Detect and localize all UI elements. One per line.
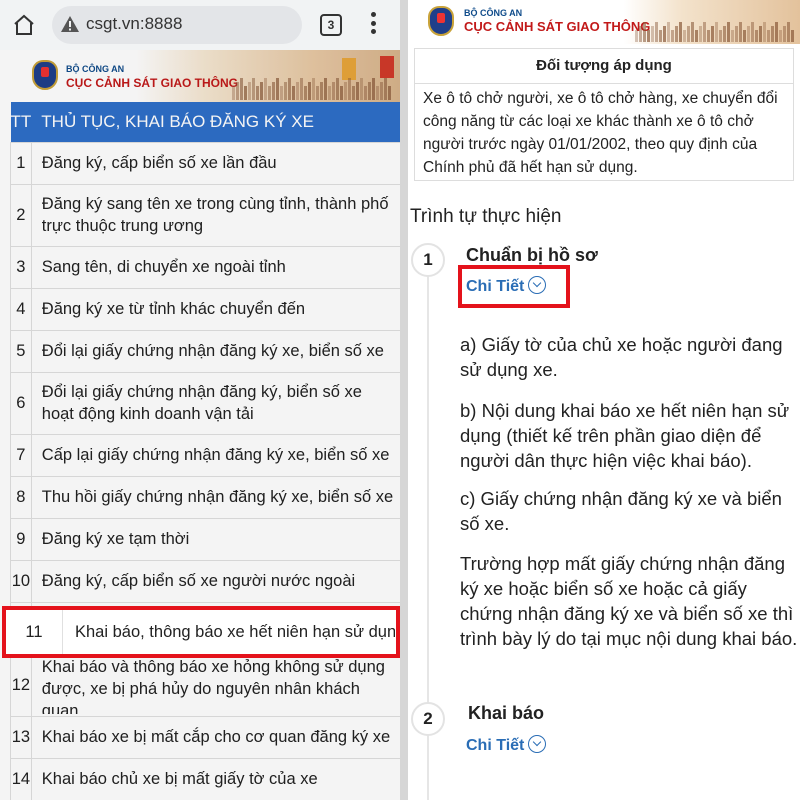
row-procedure-name[interactable]: Đăng ký xe từ tỉnh khác chuyển đến: [30, 287, 400, 331]
row-procedure-text[interactable]: Đổi lại giấy chứng nhận đăng ký xe, biển…: [42, 340, 393, 362]
parade-decoration: [633, 0, 800, 44]
applicable-subjects-box: Đối tượng áp dụng Xe ô tô chở người, xe …: [414, 48, 794, 181]
row-procedure-name[interactable]: Khai báo chủ xe bị mất giấy tờ của xe: [30, 757, 400, 800]
row-procedure-text[interactable]: Đăng ký, cấp biển số xe lần đầu: [42, 152, 393, 174]
row-procedure-name[interactable]: Đăng ký, cấp biển số xe người nước ngoài: [30, 559, 400, 603]
applicable-text: Xe ô tô chở người, xe ô tô chở hàng, xe …: [423, 90, 778, 176]
row-procedure-name[interactable]: Cấp lại giấy chứng nhận đăng ký xe, biển…: [30, 433, 400, 477]
row-procedure-name[interactable]: Đổi lại giấy chứng nhận đăng ký, biển số…: [30, 371, 400, 435]
row-procedure-text[interactable]: Sang tên, di chuyển xe ngoài tỉnh: [42, 256, 393, 278]
row-procedure-text[interactable]: Cấp lại giấy chứng nhận đăng ký xe, biển…: [42, 444, 393, 466]
more-menu-icon[interactable]: [370, 12, 376, 38]
site-banner: BỘ CÔNG AN CỤC CẢNH SÁT GIAO THÔNG: [0, 50, 400, 102]
row-number: 6: [10, 371, 32, 435]
row-number: 10: [10, 559, 32, 603]
table-row[interactable]: 7 Cấp lại giấy chứng nhận đăng ký xe, biể…: [10, 433, 400, 477]
step-paragraph: a) Giấy tờ của chủ xe hoặc người đang sử…: [460, 334, 783, 380]
warning-icon[interactable]: [60, 14, 80, 34]
panel-divider: [400, 0, 408, 800]
row-procedure-text[interactable]: Đăng ký sang tên xe trong cùng tỉnh, thà…: [42, 193, 393, 237]
row-procedure-name[interactable]: Khai báo, thông báo xe hết niên hạn sử d…: [75, 610, 395, 654]
row-number: 1: [10, 141, 32, 185]
row-procedure-name[interactable]: Khai báo và thông báo xe hỏng không sử d…: [30, 653, 400, 717]
row-procedure-name[interactable]: Đăng ký, cấp biển số xe lần đầu: [30, 141, 400, 185]
highlighted-row-11[interactable]: 11 Khai báo, thông báo xe hết niên hạn s…: [2, 606, 400, 658]
row-procedure-text[interactable]: Đăng ký xe từ tỉnh khác chuyển đến: [42, 298, 393, 320]
row-number: 12: [10, 653, 32, 717]
applicable-heading: Đối tượng áp dụng: [536, 57, 672, 74]
row-number: 2: [10, 183, 32, 247]
row-number: 9: [10, 517, 32, 561]
banner-org-name: CỤC CẢNH SÁT GIAO THÔNG: [66, 76, 238, 90]
row-number: 4: [10, 287, 32, 331]
browser-toolbar: csgt.vn:8888 3: [0, 0, 400, 50]
table-row[interactable]: 8 Thu hồi giấy chứng nhận đăng ký xe, biể…: [10, 475, 400, 519]
police-emblem-logo: [32, 60, 58, 90]
url-text[interactable]: csgt.vn:8888: [86, 14, 182, 34]
col-header-tt: TT: [10, 102, 32, 142]
detail-toggle-button[interactable]: Chi Tiết: [466, 735, 547, 755]
table-row[interactable]: 12 Khai báo và thông báo xe hỏng không sử…: [10, 653, 400, 717]
row-procedure-text[interactable]: Khai báo xe bị mất cắp cho cơ quan đăng …: [42, 726, 393, 748]
row-number: 7: [10, 433, 32, 477]
step-title: Khai báo: [468, 703, 545, 723]
row-procedure-name[interactable]: Sang tên, di chuyển xe ngoài tỉnh: [30, 245, 400, 289]
table-row[interactable]: 14 Khai báo chủ xe bị mất giấy tờ của xe: [10, 757, 400, 800]
table-row[interactable]: 10 Đăng ký, cấp biển số xe người nước ngo…: [10, 559, 400, 603]
row-procedure-name[interactable]: Đăng ký xe tạm thời: [30, 517, 400, 561]
step-paragraph: b) Nội dung khai báo xe hết niên hạn sử …: [460, 400, 790, 471]
banner-org-small: BỘ CÔNG AN: [66, 64, 125, 74]
chevron-down-icon: [528, 735, 547, 753]
row-number: 11: [25, 623, 43, 641]
table-row[interactable]: 1 Đăng ký, cấp biển số xe lần đầu: [10, 141, 400, 185]
row-procedure-text[interactable]: Đăng ký, cấp biển số xe người nước ngoài: [42, 570, 393, 592]
row-number: 14: [10, 757, 32, 800]
police-emblem-logo: [428, 6, 454, 36]
detail-label: Chi Tiết: [466, 737, 525, 754]
table-row[interactable]: 6 Đổi lại giấy chứng nhận đăng ký, biển s…: [10, 371, 400, 435]
table-row[interactable]: 5 Đổi lại giấy chứng nhận đăng ký xe, biể…: [10, 329, 400, 373]
table-row[interactable]: 3 Sang tên, di chuyển xe ngoài tỉnh: [10, 245, 400, 289]
left-panel: csgt.vn:8888 3 BỘ CÔNG AN CỤC CẢNH SÁT G…: [0, 0, 400, 800]
table-row[interactable]: 9 Đăng ký xe tạm thời: [10, 517, 400, 561]
row-procedure-name[interactable]: Thu hồi giấy chứng nhận đăng ký xe, biển…: [30, 475, 400, 519]
row-number: 5: [10, 329, 32, 373]
highlight-box: [458, 265, 570, 308]
row-procedure-name[interactable]: Đăng ký sang tên xe trong cùng tỉnh, thà…: [30, 183, 400, 247]
section-title: Trình tự thực hiện: [410, 206, 562, 227]
table-row[interactable]: 13 Khai báo xe bị mất cắp cho cơ quan đăn…: [10, 715, 400, 759]
row-number: 13: [10, 715, 32, 759]
right-panel: BỘ CÔNG AN CỤC CẢNH SÁT GIAO THÔNG Đối t…: [408, 0, 800, 800]
step-number-badge: 2: [411, 702, 445, 736]
banner-org-small: BỘ CÔNG AN: [464, 8, 523, 18]
procedures-table: TT THỦ TỤC, KHAI BÁO ĐĂNG KÝ XE 1 Đăng ký…: [10, 102, 400, 800]
row-procedure-text[interactable]: Đăng ký xe tạm thời: [42, 528, 393, 550]
table-row[interactable]: 2 Đăng ký sang tên xe trong cùng tỉnh, th…: [10, 183, 400, 247]
row-number: 8: [10, 475, 32, 519]
row-procedure-name[interactable]: Đổi lại giấy chứng nhận đăng ký xe, biển…: [30, 329, 400, 373]
step-paragraph: Trường hợp mất giấy chứng nhận đăng ký x…: [460, 553, 798, 649]
site-banner-right: BỘ CÔNG AN CỤC CẢNH SÁT GIAO THÔNG: [408, 0, 800, 44]
row-procedure-name[interactable]: Khai báo xe bị mất cắp cho cơ quan đăng …: [30, 715, 400, 759]
banner-org-name: CỤC CẢNH SÁT GIAO THÔNG: [464, 19, 651, 34]
row-procedure-text[interactable]: Đổi lại giấy chứng nhận đăng ký, biển số…: [42, 381, 393, 425]
tab-switcher-button[interactable]: 3: [320, 14, 342, 36]
row-number: 3: [10, 245, 32, 289]
table-row[interactable]: 4 Đăng ký xe từ tỉnh khác chuyển đến: [10, 287, 400, 331]
step-title: Chuẩn bị hồ sơ: [466, 245, 598, 265]
step-number-badge: 1: [411, 243, 445, 277]
row-procedure-text[interactable]: Thu hồi giấy chứng nhận đăng ký xe, biển…: [42, 486, 393, 508]
parade-decoration: [230, 50, 400, 102]
row-procedure-text[interactable]: Khai báo và thông báo xe hỏng không sử d…: [42, 656, 393, 714]
home-icon[interactable]: [12, 13, 36, 37]
step-paragraph: c) Giấy chứng nhận đăng ký xe và biển số…: [460, 488, 782, 534]
row-procedure-text[interactable]: Khai báo chủ xe bị mất giấy tờ của xe: [42, 768, 393, 790]
col-header-procedure: THỦ TỤC, KHAI BÁO ĐĂNG KÝ XE: [31, 102, 400, 142]
